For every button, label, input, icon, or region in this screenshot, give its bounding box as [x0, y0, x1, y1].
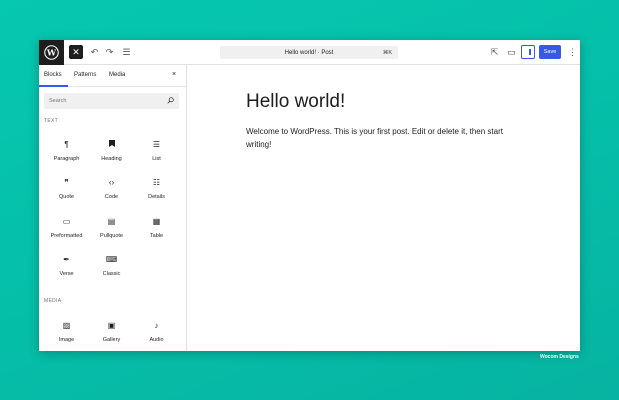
- details-icon: ☷: [152, 178, 161, 187]
- table-icon: ▦: [152, 217, 161, 226]
- category-text: TEXT: [44, 118, 58, 124]
- command-shortcut: ⌘K: [382, 49, 392, 56]
- block-label: Paragraph: [53, 156, 80, 162]
- block-pullquote[interactable]: ▤ Pullquote: [89, 216, 134, 246]
- block-label: Verse: [59, 271, 74, 277]
- keyboard-icon: ⌨: [105, 255, 118, 264]
- block-label: Pullquote: [100, 233, 123, 239]
- quote-icon: ❞: [64, 178, 69, 187]
- heading-icon: [89, 139, 134, 151]
- save-button[interactable]: Save: [539, 45, 561, 59]
- block-label: Audio: [149, 337, 164, 343]
- options-menu-icon[interactable]: ⋮: [565, 45, 580, 60]
- block-table[interactable]: ▦ Table: [134, 216, 179, 246]
- block-label: Details: [148, 194, 165, 200]
- search-icon: [167, 97, 174, 104]
- block-label: Heading: [101, 156, 122, 162]
- preview-device-icon[interactable]: ▭: [504, 45, 519, 60]
- inserter-tabs: Blocks Patterns Media ×: [39, 65, 187, 87]
- block-preformatted[interactable]: ▭ Preformatted: [44, 216, 89, 246]
- block-label: Gallery: [102, 337, 121, 343]
- command-palette-button[interactable]: Hello world! · Post ⌘K: [220, 46, 398, 59]
- block-label: List: [152, 156, 161, 162]
- block-label: Preformatted: [50, 233, 83, 239]
- block-inserter-panel: Blocks Patterns Media × Search TEXT ¶ Pa…: [39, 65, 187, 351]
- undo-icon[interactable]: ↶: [87, 45, 102, 60]
- category-media: MEDIA: [44, 298, 62, 304]
- settings-sidebar-toggle-icon[interactable]: [521, 45, 535, 59]
- list-icon: ☰: [152, 140, 161, 149]
- code-icon: ‹›: [108, 178, 115, 187]
- block-classic[interactable]: ⌨ Classic: [89, 254, 134, 284]
- editor-window: W ✕ ↶ ↷ ☰ Hello world! · Post ⌘K ⇱ ▭ Sav…: [39, 40, 580, 351]
- svg-text:W: W: [46, 48, 57, 58]
- pullquote-icon: ▤: [107, 217, 116, 226]
- block-image[interactable]: ▨ Image: [44, 320, 89, 350]
- preformatted-icon: ▭: [62, 217, 71, 226]
- block-paragraph[interactable]: ¶ Paragraph: [44, 139, 89, 169]
- redo-icon[interactable]: ↷: [102, 45, 117, 60]
- block-label: Quote: [59, 194, 74, 200]
- block-code[interactable]: ‹› Code: [89, 177, 134, 207]
- tab-media[interactable]: Media: [109, 72, 125, 78]
- block-details[interactable]: ☷ Details: [134, 177, 179, 207]
- document-overview-icon[interactable]: ☰: [119, 45, 134, 60]
- image-icon: ▨: [62, 321, 71, 330]
- block-audio[interactable]: ♪ Audio: [134, 320, 179, 350]
- block-label: Image: [58, 337, 75, 343]
- post-paragraph[interactable]: Welcome to WordPress. This is your first…: [246, 125, 521, 151]
- command-label: Hello world! · Post: [284, 49, 334, 56]
- verse-icon: ✒: [63, 255, 70, 264]
- editor-toolbar: W ✕ ↶ ↷ ☰ Hello world! · Post ⌘K ⇱ ▭ Sav…: [39, 40, 580, 65]
- block-label: Code: [104, 194, 119, 200]
- paragraph-icon: ¶: [64, 140, 69, 149]
- credit-watermark: Wocom Designs: [540, 354, 579, 360]
- block-quote[interactable]: ❞ Quote: [44, 177, 89, 207]
- audio-icon: ♪: [154, 321, 159, 330]
- block-heading[interactable]: Heading: [89, 139, 134, 169]
- close-inserter-button[interactable]: ✕: [69, 45, 83, 59]
- block-list[interactable]: ☰ List: [134, 139, 179, 169]
- editor-canvas[interactable]: Hello world! Welcome to WordPress. This …: [187, 65, 580, 351]
- block-label: Table: [149, 233, 164, 239]
- gallery-icon: ▣: [107, 321, 116, 330]
- post-title[interactable]: Hello world!: [246, 91, 345, 113]
- search-input[interactable]: Search: [44, 93, 179, 109]
- tab-patterns[interactable]: Patterns: [74, 72, 96, 78]
- block-gallery[interactable]: ▣ Gallery: [89, 320, 134, 350]
- view-post-icon[interactable]: ⇱: [487, 45, 502, 60]
- tab-blocks[interactable]: Blocks: [39, 72, 68, 87]
- wordpress-logo-icon[interactable]: W: [39, 40, 64, 65]
- block-verse[interactable]: ✒ Verse: [44, 254, 89, 284]
- search-placeholder: Search: [49, 98, 67, 104]
- close-icon[interactable]: ×: [172, 71, 176, 78]
- block-label: Classic: [102, 271, 121, 277]
